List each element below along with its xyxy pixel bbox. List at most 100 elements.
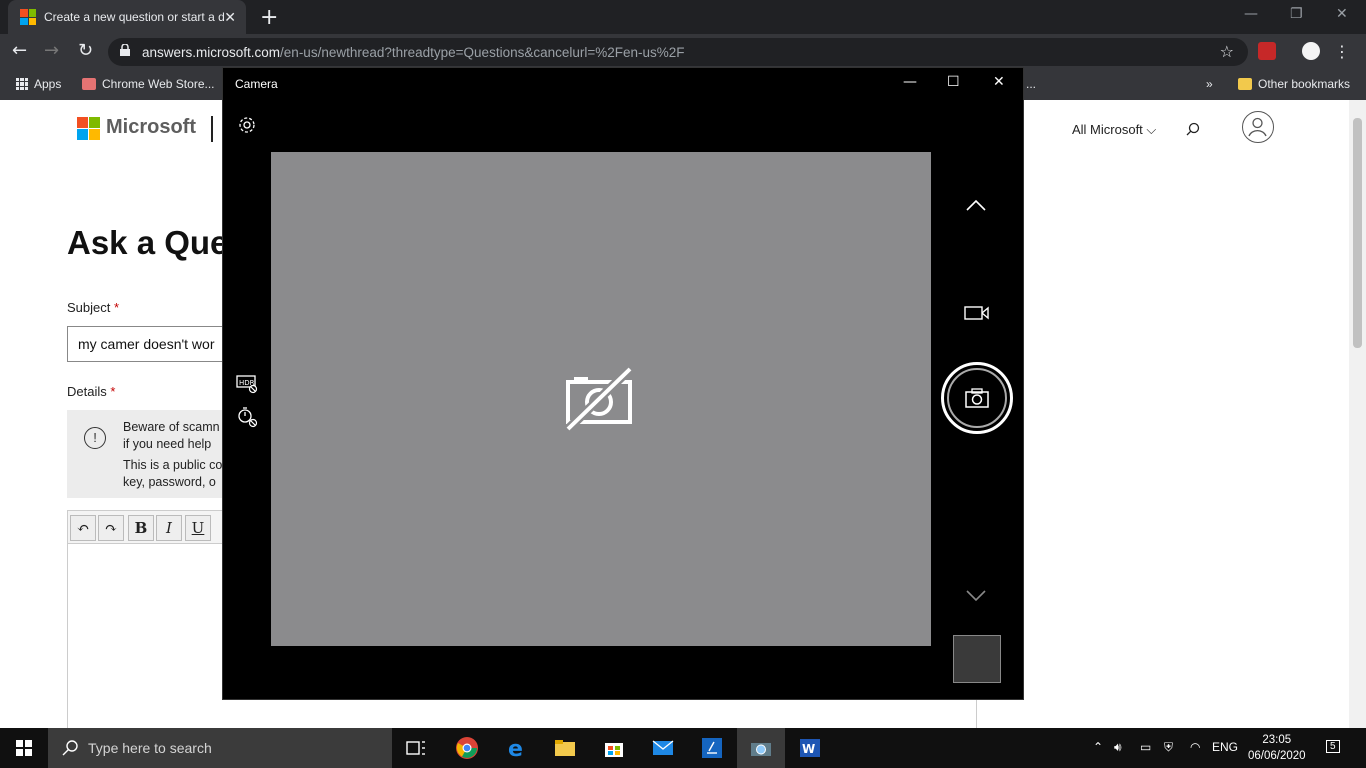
- browser-close-button[interactable]: ✕: [1336, 6, 1348, 22]
- bookmark-truncated[interactable]: ...: [1026, 77, 1036, 91]
- brand-name[interactable]: Microsoft: [106, 116, 196, 139]
- new-tab-button[interactable]: +: [260, 5, 278, 30]
- chrome-taskbar-icon[interactable]: [455, 736, 479, 760]
- mail-taskbar-icon[interactable]: [651, 736, 675, 760]
- notice-line: key, password, o: [123, 475, 216, 489]
- tab-title: Create a new question or start a d: [44, 10, 224, 24]
- battery-icon[interactable]: ▭: [1140, 740, 1151, 754]
- start-windows-icon[interactable]: [16, 740, 32, 756]
- star-icon[interactable]: ☆: [1220, 42, 1234, 61]
- camera-taskbar-icon: [751, 743, 771, 756]
- camera-close-button[interactable]: ✕: [993, 74, 1005, 90]
- edge-taskbar-icon[interactable]: e: [505, 736, 529, 760]
- header-divider: [211, 116, 213, 142]
- browser-tab-strip: Create a new question or start a d ✕ + —…: [0, 0, 1366, 34]
- camera-title: Camera: [235, 77, 278, 91]
- browser-restore-button[interactable]: ❐: [1290, 6, 1303, 22]
- url-host: answers.microsoft.com: [142, 44, 281, 60]
- photo-capture-icon: [965, 388, 989, 408]
- chevron-up-icon[interactable]: [965, 198, 987, 212]
- bookmark-apps[interactable]: Apps: [16, 77, 61, 91]
- app-taskbar-icon[interactable]: [700, 736, 724, 760]
- settings-icon[interactable]: [236, 114, 258, 136]
- svg-text:e: e: [508, 737, 523, 760]
- notifications-button[interactable]: 5: [1326, 740, 1340, 753]
- microsoft-favicon-icon: [20, 9, 36, 25]
- chevron-down-icon[interactable]: [965, 588, 987, 602]
- menu-dots-icon[interactable]: ⋮: [1334, 42, 1350, 61]
- details-label-text: Details: [67, 384, 107, 399]
- microsoft-logo-icon[interactable]: [77, 117, 100, 140]
- details-label: Details *: [67, 384, 115, 399]
- show-hidden-icons-icon[interactable]: ⌃: [1093, 740, 1103, 754]
- bookmark-truncated-label: ...: [1026, 77, 1037, 91]
- notice-line: if you need help: [123, 437, 212, 451]
- language-indicator[interactable]: ENG: [1212, 740, 1238, 754]
- all-microsoft-menu[interactable]: All Microsoft ⌵: [1072, 122, 1156, 138]
- browser-tab[interactable]: Create a new question or start a d ✕: [8, 0, 246, 34]
- camera-minimize-button[interactable]: —: [903, 74, 917, 90]
- apps-grid-icon: [16, 78, 28, 90]
- no-camera-icon: [564, 366, 634, 432]
- camera-taskbar-active[interactable]: [737, 728, 785, 768]
- svg-text:W: W: [802, 742, 815, 756]
- bookmark-other-label: Other bookmarks: [1258, 77, 1351, 91]
- tab-close-icon[interactable]: ✕: [224, 9, 236, 26]
- underline-button[interactable]: U: [185, 515, 211, 541]
- wifi-icon[interactable]: ◠: [1190, 740, 1200, 754]
- extension-icon[interactable]: [1258, 42, 1276, 60]
- store-taskbar-icon[interactable]: [602, 736, 626, 760]
- bold-button[interactable]: B: [128, 515, 154, 541]
- photo-capture-inner: [947, 368, 1007, 428]
- taskbar-search-placeholder: Type here to search: [88, 740, 212, 756]
- word-taskbar-icon[interactable]: W: [798, 736, 822, 760]
- subject-label: Subject *: [67, 300, 119, 315]
- hdr-off-icon[interactable]: HDR: [236, 372, 258, 394]
- volume-icon[interactable]: 🔊︎: [1114, 740, 1122, 755]
- page-scrollbar[interactable]: [1349, 100, 1366, 728]
- warning-icon: !: [84, 427, 106, 449]
- lock-icon: [120, 44, 130, 56]
- page-title: Ask a Que: [67, 224, 229, 261]
- reload-icon[interactable]: ↻: [78, 40, 93, 61]
- video-mode-icon[interactable]: [963, 304, 991, 322]
- browser-toolbar: ← → ↻ answers.microsoft.com/en-us/newthr…: [0, 34, 1366, 70]
- notice-line: This is a public co: [123, 458, 223, 472]
- taskbar: Type here to search e W ⌃ 🔊︎ ▭ ⛨ ◠ ENG 2…: [0, 728, 1366, 768]
- redo-button[interactable]: ↷: [98, 515, 124, 541]
- security-shield-icon[interactable]: ⛨: [1164, 740, 1173, 755]
- url-path: /en-us/newthread?threadtype=Questions&ca…: [280, 44, 685, 60]
- taskbar-clock[interactable]: 23:05 06/06/2020: [1248, 732, 1306, 764]
- task-view-icon[interactable]: [404, 736, 428, 760]
- taskbar-search-box[interactable]: Type here to search: [48, 728, 392, 768]
- subject-label-text: Subject: [67, 300, 111, 315]
- clock-date: 06/06/2020: [1248, 750, 1306, 762]
- profile-avatar-icon[interactable]: [1302, 42, 1320, 60]
- search-icon[interactable]: [1186, 122, 1200, 136]
- address-bar[interactable]: answers.microsoft.com/en-us/newthread?th…: [108, 38, 1248, 66]
- scrollbar-thumb[interactable]: [1353, 118, 1362, 348]
- bookmark-apps-label: Apps: [34, 77, 62, 91]
- account-avatar-icon[interactable]: [1242, 111, 1274, 143]
- bookmarks-overflow-button[interactable]: »: [1206, 77, 1213, 91]
- last-photo-thumbnail[interactable]: [953, 635, 1001, 683]
- back-icon[interactable]: ←: [12, 40, 27, 61]
- undo-button[interactable]: ↶: [70, 515, 96, 541]
- bookmark-other[interactable]: Other bookmarks: [1238, 77, 1350, 91]
- photo-capture-button[interactable]: [941, 362, 1013, 434]
- search-icon: [62, 740, 78, 756]
- notice-line: Beware of scamn: [123, 420, 220, 434]
- camera-viewport: [271, 152, 931, 646]
- browser-minimize-button[interactable]: —: [1244, 6, 1258, 22]
- bookmark-web-store-label: Chrome Web Store...: [102, 77, 215, 91]
- required-mark: *: [114, 300, 120, 315]
- bookmark-chrome-web-store[interactable]: Chrome Web Store...: [82, 77, 215, 91]
- file-explorer-icon[interactable]: [553, 736, 577, 760]
- clock-time: 23:05: [1262, 734, 1292, 746]
- camera-maximize-button[interactable]: ☐: [947, 74, 960, 90]
- forward-icon[interactable]: →: [44, 40, 59, 61]
- italic-button[interactable]: I: [156, 515, 182, 541]
- required-mark: *: [110, 384, 116, 399]
- timer-off-icon[interactable]: [236, 406, 258, 428]
- all-microsoft-label: All Microsoft: [1072, 122, 1143, 137]
